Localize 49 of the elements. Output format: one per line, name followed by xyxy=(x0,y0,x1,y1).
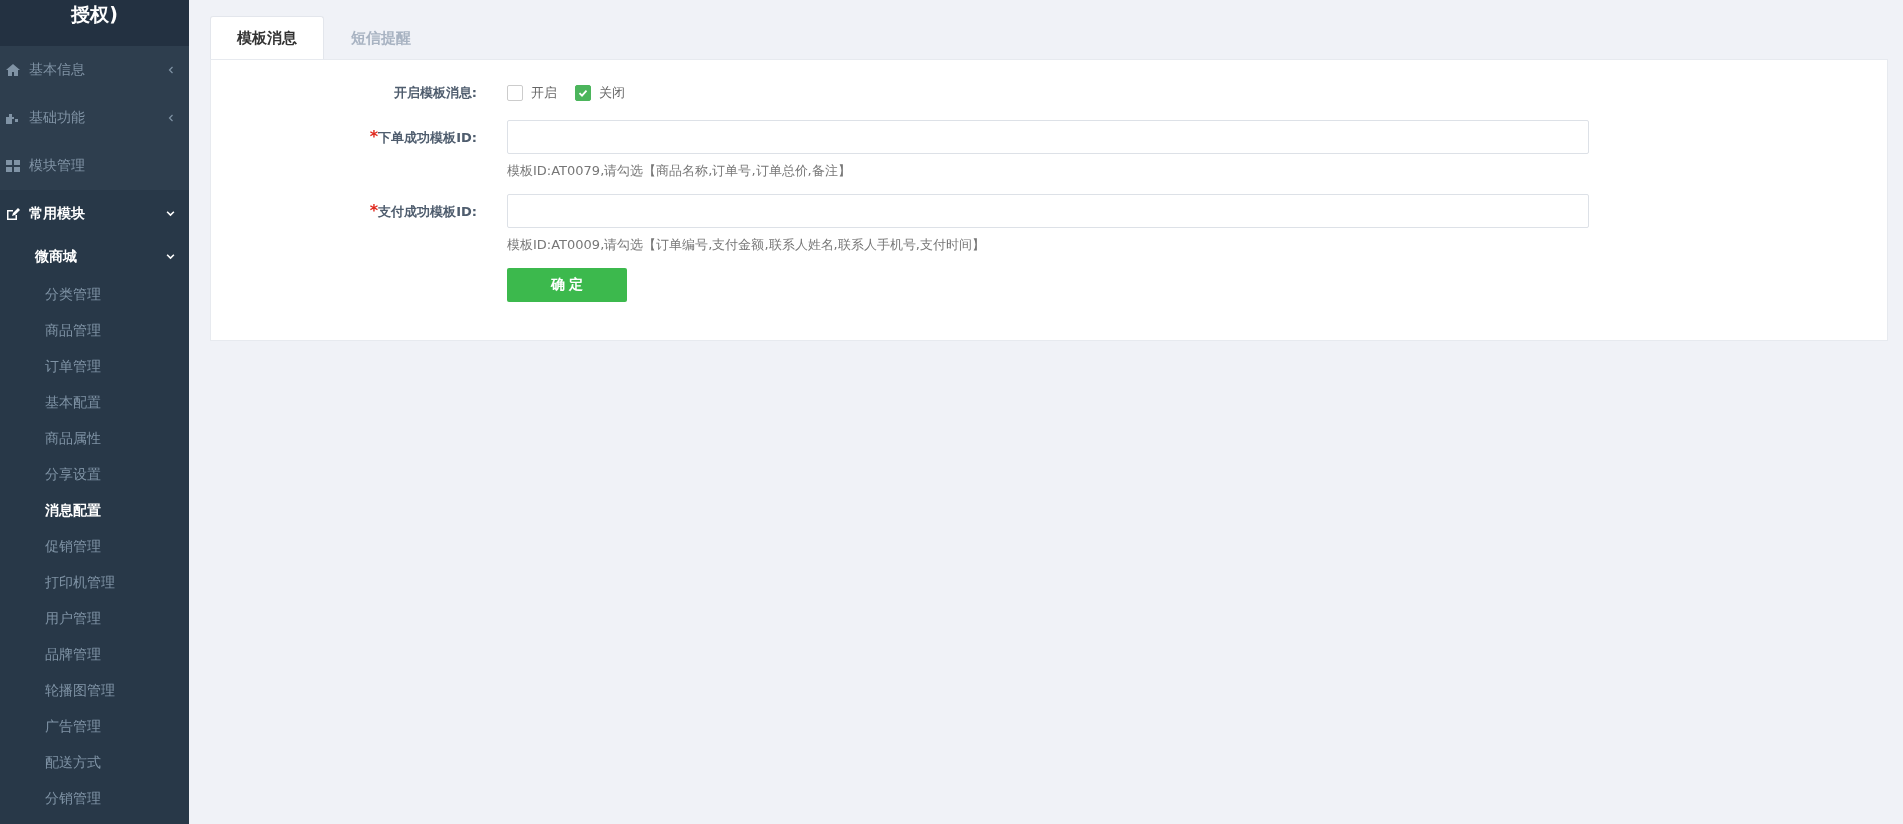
field-label: 下单成功模板ID: xyxy=(378,130,477,145)
menu-link[interactable]: 品牌管理 xyxy=(0,636,189,672)
chevron-down-icon xyxy=(166,253,175,261)
menu-item[interactable]: 基础功能 xyxy=(0,94,189,142)
menu-link[interactable]: 打印机管理 xyxy=(0,564,189,600)
menu-item[interactable]: 基本信息 xyxy=(0,46,189,94)
edit-icon xyxy=(6,208,20,220)
option-label: 关闭 xyxy=(599,84,625,102)
menu-link[interactable]: 分类管理 xyxy=(0,276,189,312)
menu-link[interactable]: 广告管理 xyxy=(0,708,189,744)
menu-link[interactable]: 分享设置 xyxy=(0,456,189,492)
menu-link[interactable]: 商品管理 xyxy=(0,312,189,348)
grid-icon xyxy=(6,160,20,172)
tab[interactable]: 模板消息 xyxy=(210,16,324,59)
hint-text: 模板ID:AT0079,请勾选【商品名称,订单号,订单总价,备注】 xyxy=(507,162,852,180)
menu-link[interactable]: 促销管理 xyxy=(0,528,189,564)
submenu-label: 微商城 xyxy=(35,248,77,266)
submenu-item[interactable]: 微商城 xyxy=(0,238,189,276)
chevron-left-icon xyxy=(166,114,175,122)
hint-text: 模板ID:AT0009,请勾选【订单编号,支付金额,联系人姓名,联系人手机号,支付时间】 xyxy=(507,236,986,254)
field-label: 开启模板消息: xyxy=(393,85,477,100)
input-field[interactable] xyxy=(507,194,1589,228)
checkbox[interactable] xyxy=(575,85,591,101)
option-label: 开启 xyxy=(531,84,557,102)
menu-link[interactable]: 分销管理 xyxy=(0,780,189,816)
menu-link[interactable]: 基本配置 xyxy=(0,384,189,420)
menu-link[interactable]: 消息配置 xyxy=(0,492,189,528)
field-label: 支付成功模板ID: xyxy=(378,204,477,219)
puzzle-icon xyxy=(6,112,20,124)
menu-link[interactable]: 商品属性 xyxy=(0,420,189,456)
menu-link[interactable]: 用户管理 xyxy=(0,600,189,636)
checkbox[interactable] xyxy=(507,85,523,101)
menu-label: 基础功能 xyxy=(29,109,86,127)
menu-label: 常用模块 xyxy=(29,205,86,223)
menu-link[interactable]: 订单管理 xyxy=(0,348,189,384)
brand-title: 授权) xyxy=(0,0,189,46)
menu-item[interactable]: 模块管理 xyxy=(0,142,189,190)
menu-label: 模块管理 xyxy=(29,157,86,175)
chevron-left-icon xyxy=(166,66,175,74)
home-icon xyxy=(6,64,20,76)
menu-label: 基本信息 xyxy=(29,61,86,79)
check-icon xyxy=(577,87,589,99)
required-mark: * xyxy=(369,201,379,220)
chevron-down-icon xyxy=(166,210,175,218)
confirm-button[interactable]: 确 定 xyxy=(507,268,627,302)
menu-link[interactable]: 轮播图管理 xyxy=(0,672,189,708)
input-field[interactable] xyxy=(507,120,1589,154)
menu-link[interactable]: 配送方式 xyxy=(0,744,189,780)
required-mark: * xyxy=(369,127,379,146)
